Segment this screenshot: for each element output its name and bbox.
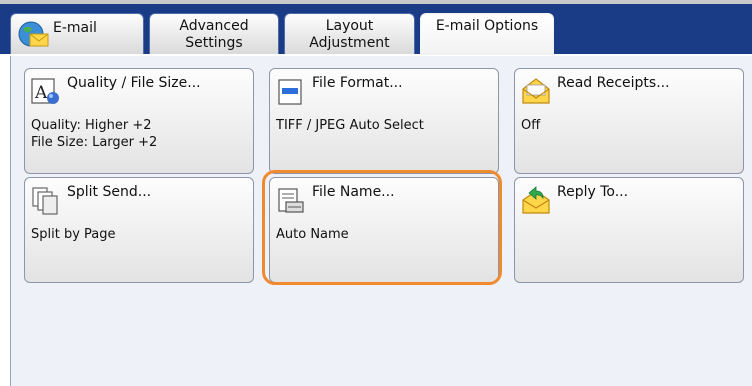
file-format-button[interactable]: File Format... TIFF / JPEG Auto Select: [269, 68, 499, 174]
tab-layout-label-2: Adjustment: [309, 35, 390, 51]
read-receipt-envelope-icon: [522, 78, 550, 104]
reply-envelope-icon: [522, 186, 550, 214]
email-globe-icon: [18, 21, 49, 47]
quality-file-size-button[interactable]: A Quality / File Size... Quality: Higher…: [24, 68, 254, 174]
read-receipts-title: Read Receipts...: [557, 75, 670, 91]
read-receipts-value: Off: [521, 118, 541, 133]
reply-to-button[interactable]: Reply To...: [514, 177, 744, 283]
svg-text:A: A: [34, 83, 48, 103]
tab-layout-label-1: Layout: [325, 18, 374, 34]
split-send-icon: [32, 187, 58, 215]
email-options-screen: E-mail Advanced Settings Layout Adjustme…: [0, 0, 752, 386]
reply-to-title: Reply To...: [557, 184, 629, 200]
quality-file-size-value: Quality: Higher +2 File Size: Larger +2: [31, 118, 158, 150]
quality-icon: A: [31, 78, 59, 104]
tab-advanced-settings[interactable]: Advanced Settings: [149, 13, 279, 54]
split-send-button[interactable]: Split Send... Split by Page: [24, 177, 254, 283]
file-format-value: TIFF / JPEG Auto Select: [276, 118, 424, 133]
read-receipts-button[interactable]: Read Receipts... Off: [514, 68, 744, 174]
split-send-value: Split by Page: [31, 227, 116, 242]
quality-file-size-title: Quality / File Size...: [67, 75, 201, 91]
split-send-title: Split Send...: [67, 184, 152, 200]
tab-email-options-label: E-mail Options: [435, 18, 539, 34]
left-margin: [0, 54, 10, 386]
tab-layout-adjustment[interactable]: Layout Adjustment: [284, 13, 415, 54]
tab-email-label: E-mail: [53, 20, 97, 36]
tab-advanced-label-1: Advanced: [179, 18, 249, 34]
file-format-icon: [278, 79, 302, 105]
file-format-title: File Format...: [312, 75, 403, 91]
tab-advanced-label-2: Settings: [185, 35, 243, 51]
selection-highlight: [262, 170, 502, 285]
tab-email-options[interactable]: E-mail Options: [420, 13, 554, 55]
tab-email[interactable]: E-mail: [10, 13, 144, 54]
